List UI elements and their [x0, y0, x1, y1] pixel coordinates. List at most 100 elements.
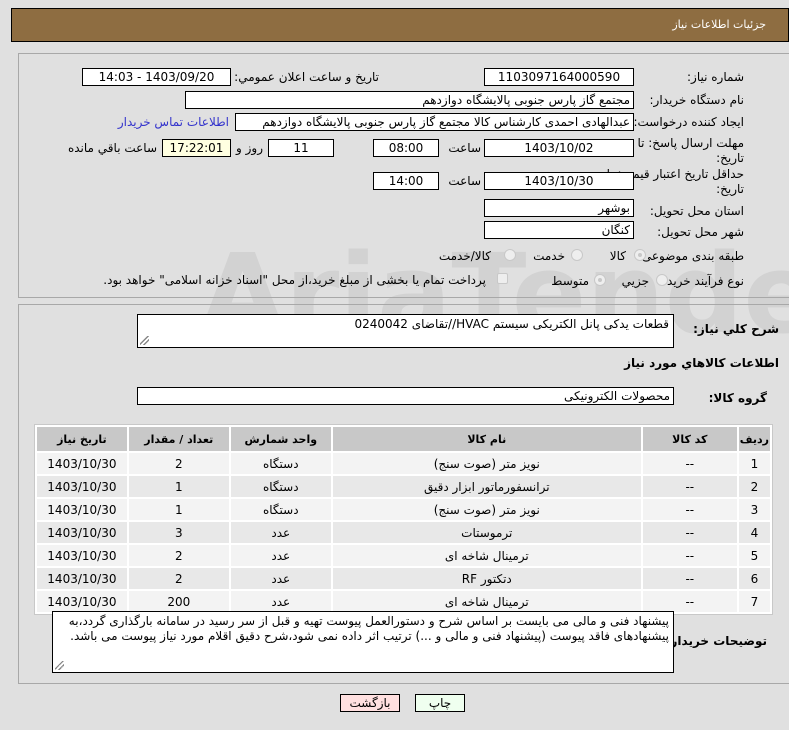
remaining-time-field: 17:22:01: [162, 139, 231, 157]
validity-date-field: 1403/10/30: [484, 172, 634, 190]
table-header-row: ردیف کد کالا نام کالا واحد شمارش تعداد /…: [37, 427, 770, 451]
cell-item-code: --: [642, 591, 737, 612]
category-radio-both[interactable]: [504, 249, 516, 261]
cell-quantity: 1: [128, 499, 229, 520]
cell-item-name: دتکتور RF: [332, 568, 641, 589]
cell-need-date: 1403/10/30: [37, 591, 127, 612]
process-radio-minor[interactable]: [656, 274, 668, 286]
category-option-service: خدمت: [533, 249, 565, 263]
days-remaining-field: 11: [268, 139, 334, 157]
cell-need-date: 1403/10/30: [37, 568, 127, 589]
back-button[interactable]: بازگشت: [340, 694, 400, 712]
category-option-both: کالا/خدمت: [438, 249, 491, 263]
group-field: محصولات الکترونیکی: [137, 387, 674, 405]
deadline-label: مهلت ارسال پاسخ: تا تاریخ:: [637, 136, 744, 165]
cell-unit: عدد: [230, 568, 331, 589]
cell-need-date: 1403/10/30: [37, 453, 127, 474]
buyer-org-label: نام دستگاه خریدار:: [649, 93, 745, 107]
col-date: تاریخ نیاز: [37, 427, 127, 451]
announce-field: 1403/09/20 - 14:03: [82, 68, 231, 86]
cell-item-code: --: [642, 453, 737, 474]
table-row: 3 -- نویز متر (صوت سنج) دستگاه 1 1403/10/30: [37, 499, 770, 520]
page-title: جزئیات اطلاعات نیاز: [672, 18, 766, 31]
notes-textarea[interactable]: پیشنهاد فنی و مالی می بایست بر اساس شرح …: [52, 611, 674, 673]
category-label: طبقه بندی موضوعی:: [637, 249, 744, 263]
description-textarea[interactable]: قطعات یدکی پانل الکتریکی سیستم HVAC//تقا…: [137, 314, 674, 348]
cell-item-code: --: [642, 545, 737, 566]
resize-grip-icon[interactable]: [55, 661, 64, 670]
need-number-label: شماره نیاز:: [687, 70, 744, 84]
cell-quantity: 2: [128, 545, 229, 566]
validity-time-label: ساعت: [448, 174, 481, 188]
cell-row-number: 3: [738, 499, 770, 520]
resize-grip-icon[interactable]: [140, 336, 149, 345]
cell-item-name: ترموستات: [332, 522, 641, 543]
cell-row-number: 4: [738, 522, 770, 543]
process-radio-medium[interactable]: [594, 274, 606, 286]
col-code: کد کالا: [642, 427, 737, 451]
cell-need-date: 1403/10/30: [37, 545, 127, 566]
cell-quantity: 2: [128, 568, 229, 589]
cell-item-name: ترمینال شاخه ای: [332, 545, 641, 566]
cell-item-name: نویز متر (صوت سنج): [332, 453, 641, 474]
cell-unit: عدد: [230, 591, 331, 612]
description-text: قطعات یدکی پانل الکتریکی سیستم HVAC//تقا…: [354, 317, 669, 331]
table-row: 6 -- دتکتور RF عدد 2 1403/10/30: [37, 568, 770, 589]
deadline-time-field: 08:00: [373, 139, 439, 157]
province-label: استان محل تحویل:: [649, 204, 744, 218]
process-option-medium: متوسط: [551, 274, 589, 288]
group-label: گروه کالا:: [708, 391, 767, 405]
process-option-minor: جزیي: [621, 274, 649, 288]
city-label: شهر محل تحویل:: [657, 225, 744, 239]
deadline-date-field: 1403/10/02: [484, 139, 634, 157]
cell-unit: عدد: [230, 522, 331, 543]
cell-unit: دستگاه: [230, 499, 331, 520]
notes-label: توضیحات خریدار:: [665, 634, 767, 648]
col-name: نام کالا: [332, 427, 641, 451]
remaining-time-label: ساعت باقي مانده: [67, 141, 157, 155]
print-button[interactable]: چاپ: [415, 694, 465, 712]
category-option-goods: کالا: [609, 249, 626, 263]
table-row: 4 -- ترموستات عدد 3 1403/10/30: [37, 522, 770, 543]
col-row: ردیف: [738, 427, 770, 451]
cell-row-number: 2: [738, 476, 770, 497]
cell-row-number: 1: [738, 453, 770, 474]
deadline-time-label: ساعت: [448, 141, 481, 155]
days-label: روز و: [236, 141, 263, 155]
cell-quantity: 3: [128, 522, 229, 543]
cell-unit: عدد: [230, 545, 331, 566]
page-header: جزئیات اطلاعات نیاز: [11, 8, 789, 42]
category-radio-goods[interactable]: [634, 249, 646, 261]
table-row: 5 -- ترمینال شاخه ای عدد 2 1403/10/30: [37, 545, 770, 566]
cell-item-code: --: [642, 568, 737, 589]
table-row: 7 -- ترمینال شاخه ای عدد 200 1403/10/30: [37, 591, 770, 612]
cell-need-date: 1403/10/30: [37, 476, 127, 497]
validity-time-field: 14:00: [373, 172, 439, 190]
category-radio-service[interactable]: [571, 249, 583, 261]
treasury-note: پرداخت تمام یا بخشی از مبلغ خرید،از محل …: [103, 273, 486, 287]
notes-text: پیشنهاد فنی و مالی می بایست بر اساس شرح …: [68, 614, 669, 643]
creator-label: ایجاد کننده درخواست:: [633, 115, 744, 129]
cell-row-number: 5: [738, 545, 770, 566]
treasury-checkbox[interactable]: [497, 273, 508, 284]
col-unit: واحد شمارش: [230, 427, 331, 451]
creator-field: عبدالهادی احمدی کارشناس کالا مجتمع گاز پ…: [235, 113, 634, 131]
cell-item-code: --: [642, 522, 737, 543]
items-heading: اطلاعات کالاهاي مورد نیاز: [624, 356, 779, 370]
cell-quantity: 2: [128, 453, 229, 474]
cell-unit: دستگاه: [230, 476, 331, 497]
cell-item-code: --: [642, 476, 737, 497]
buyer-org-field: مجتمع گاز پارس جنوبی پالایشگاه دوازدهم: [185, 91, 634, 109]
cell-item-name: ترانسفورماتور ابزار دقیق: [332, 476, 641, 497]
cell-item-name: نویز متر (صوت سنج): [332, 499, 641, 520]
cell-item-code: --: [642, 499, 737, 520]
cell-quantity: 1: [128, 476, 229, 497]
col-qty: تعداد / مقدار: [128, 427, 229, 451]
cell-row-number: 7: [738, 591, 770, 612]
cell-row-number: 6: [738, 568, 770, 589]
process-label: نوع فرآیند خرید :: [659, 274, 744, 288]
cell-unit: دستگاه: [230, 453, 331, 474]
announce-label: تاریخ و ساعت اعلان عمومي:: [234, 70, 379, 84]
description-label: شرح کلي نیاز:: [693, 322, 779, 336]
buyer-contact-link[interactable]: اطلاعات تماس خریدار: [118, 115, 229, 129]
